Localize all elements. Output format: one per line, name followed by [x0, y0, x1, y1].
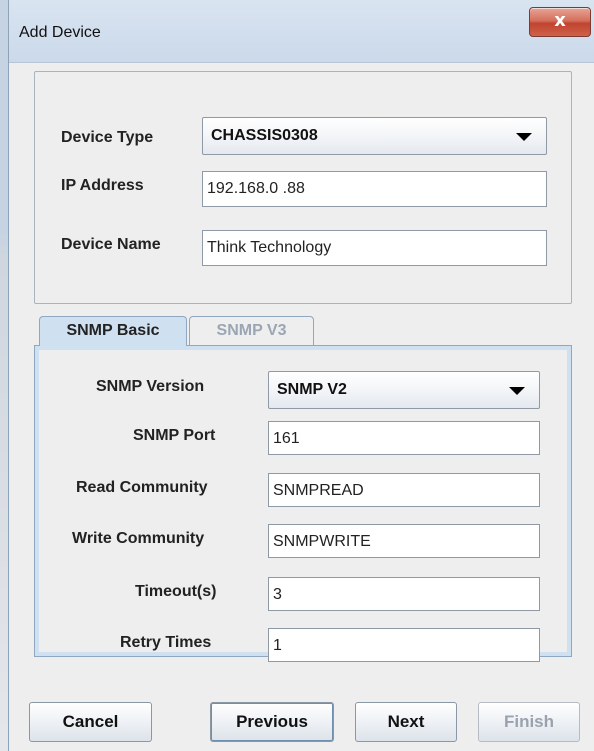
device-name-label: Device Name [61, 236, 161, 253]
snmp-version-value: SNMP V2 [277, 381, 347, 398]
cancel-button[interactable]: Cancel [29, 702, 152, 742]
read-community-label: Read Community [76, 479, 208, 496]
dialog-content: Device Type CHASSIS0308 IP Address 192.1… [9, 63, 594, 751]
title-bar[interactable]: Add Device x [9, 0, 594, 63]
tab-snmp-v3[interactable]: SNMP V3 [189, 316, 314, 346]
close-icon: x [554, 10, 566, 31]
previous-button[interactable]: Previous [210, 702, 334, 742]
device-type-value: CHASSIS0308 [211, 127, 318, 144]
retry-times-field[interactable]: 1 [268, 628, 540, 662]
window-title: Add Device [19, 24, 101, 41]
add-device-dialog: Add Device x Device Type CHASSIS0308 IP … [8, 0, 594, 751]
device-name-field[interactable]: Think Technology [202, 230, 547, 266]
retry-times-label: Retry Times [120, 634, 212, 651]
read-community-field[interactable]: SNMPREAD [268, 473, 540, 507]
tab-snmp-v3-label: SNMP V3 [216, 322, 287, 339]
snmp-port-label: SNMP Port [133, 427, 216, 444]
timeout-label: Timeout(s) [135, 583, 217, 600]
snmp-version-label: SNMP Version [96, 378, 205, 395]
device-type-label: Device Type [61, 129, 154, 146]
timeout-field[interactable]: 3 [268, 577, 540, 611]
snmp-basic-panel: SNMP Version SNMP V2 SNMP Port 161 Read … [34, 345, 572, 662]
finish-button[interactable]: Finish [478, 702, 580, 742]
write-community-field[interactable]: SNMPWRITE [268, 524, 540, 558]
tab-snmp-basic-label: SNMP Basic [66, 322, 160, 339]
window-frame-left [0, 0, 8, 751]
close-button[interactable]: x [529, 7, 591, 37]
snmp-basic-panel-body: SNMP Version SNMP V2 SNMP Port 161 Read … [39, 350, 567, 662]
device-type-select[interactable]: CHASSIS0308 [202, 117, 547, 155]
ip-address-label: IP Address [61, 177, 144, 194]
write-community-label: Write Community [72, 530, 205, 547]
device-info-group: Device Type CHASSIS0308 IP Address 192.1… [34, 71, 572, 304]
snmp-version-select[interactable]: SNMP V2 [268, 371, 540, 409]
tab-snmp-basic[interactable]: SNMP Basic [39, 316, 187, 346]
next-button[interactable]: Next [355, 702, 457, 742]
ip-address-field[interactable]: 192.168.0 .88 [202, 171, 547, 207]
snmp-port-field[interactable]: 161 [268, 421, 540, 455]
chevron-down-icon [516, 133, 532, 141]
chevron-down-icon [509, 387, 525, 395]
